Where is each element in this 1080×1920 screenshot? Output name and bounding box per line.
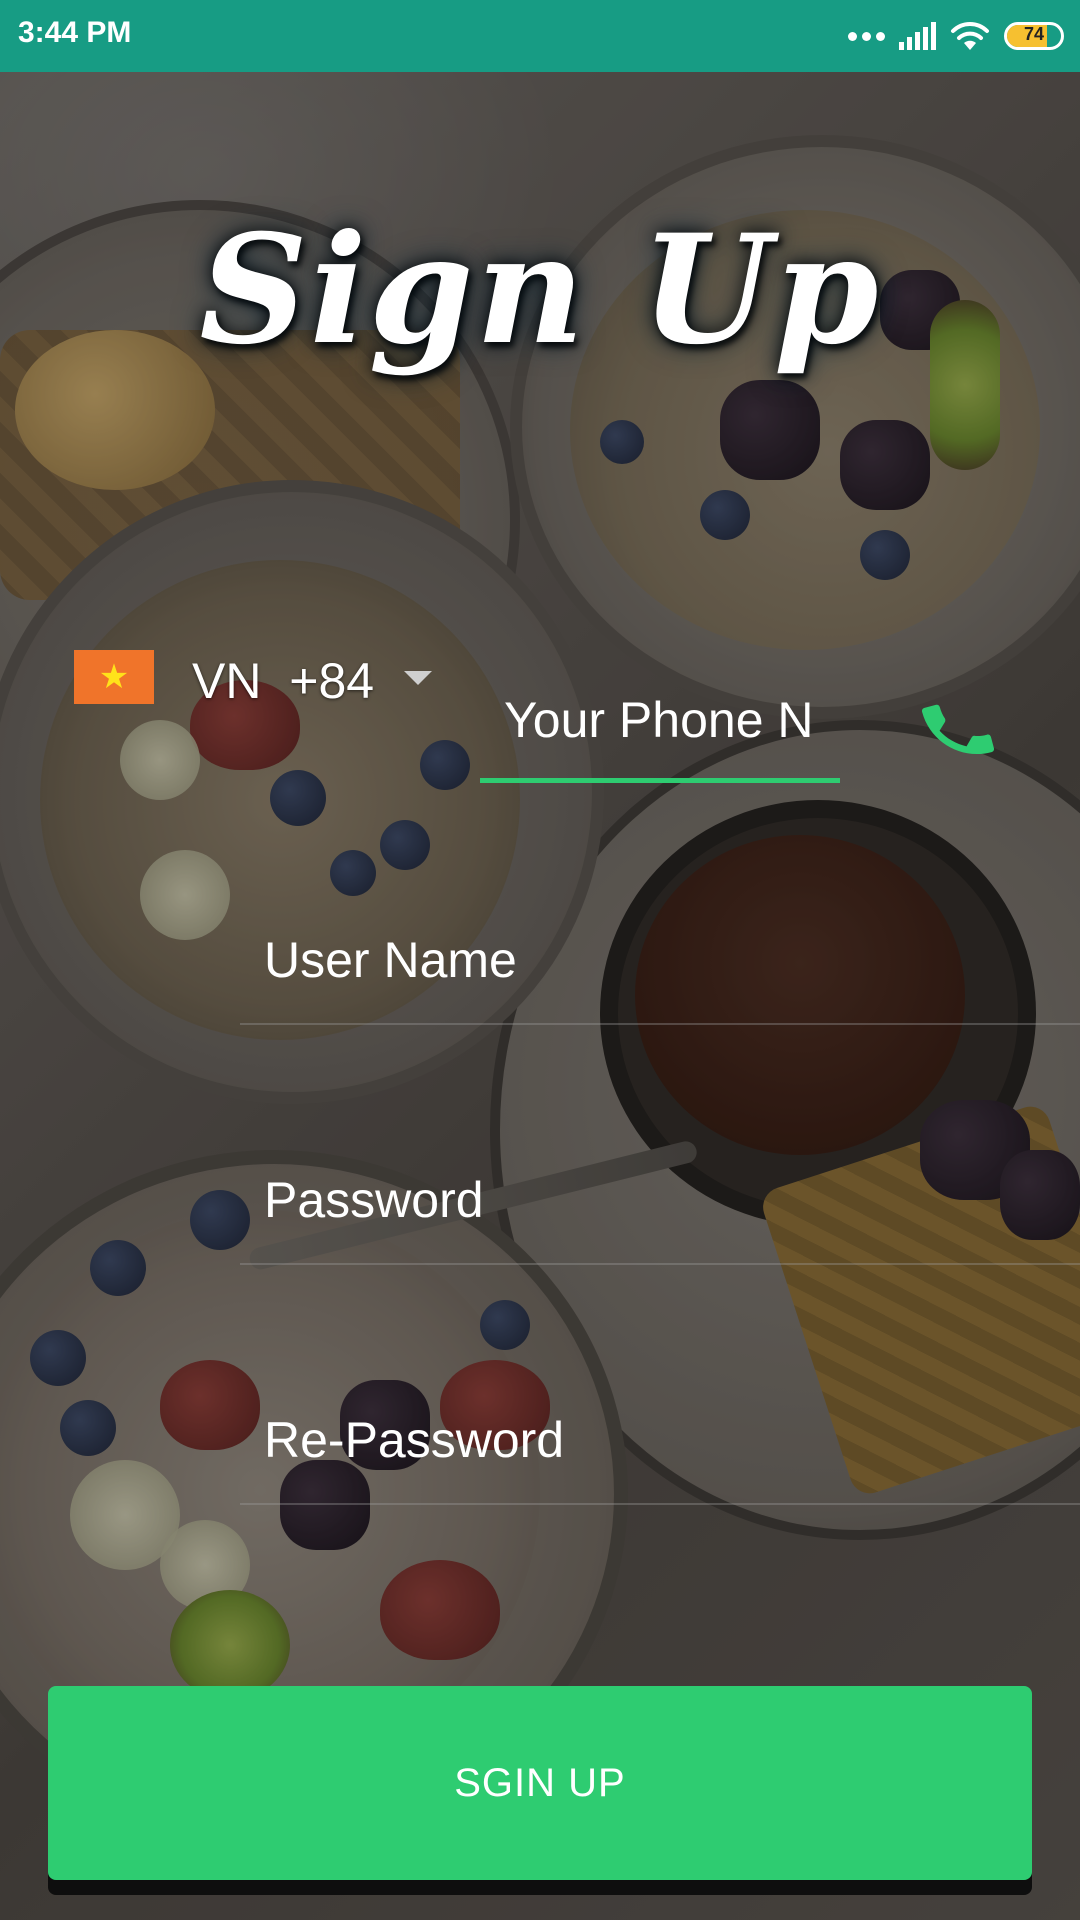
- country-code-selector[interactable]: VN +84: [192, 652, 374, 710]
- wifi-icon: [951, 21, 989, 50]
- signup-button[interactable]: SGIN UP: [48, 1686, 1032, 1880]
- chevron-down-icon[interactable]: [404, 671, 432, 685]
- more-dots-icon: [848, 31, 885, 41]
- battery-icon: 74: [1004, 22, 1064, 50]
- page-title: Sign Up: [199, 202, 881, 378]
- field-underline: [240, 1023, 1080, 1025]
- field-underline: [240, 1263, 1080, 1265]
- signup-screen: 3:44 PM 74 Sign Up ★ VN +84 Your Phone N…: [0, 0, 1080, 1920]
- field-underline: [240, 1503, 1080, 1505]
- status-bar: 3:44 PM 74: [0, 0, 1080, 72]
- status-time: 3:44 PM: [18, 16, 132, 49]
- username-input[interactable]: [264, 925, 1044, 995]
- signal-icon: [899, 22, 936, 50]
- password-field[interactable]: [240, 1165, 1080, 1275]
- repassword-input[interactable]: [264, 1405, 1044, 1475]
- phone-icon: [921, 704, 995, 754]
- vietnam-flag-icon[interactable]: ★: [74, 650, 154, 704]
- phone-field-underline: [480, 778, 840, 783]
- phone-number-field[interactable]: [480, 685, 840, 785]
- status-icons: 74: [848, 16, 1064, 56]
- repassword-field[interactable]: [240, 1405, 1080, 1515]
- phone-number-input[interactable]: [504, 685, 816, 755]
- battery-level: 74: [1023, 24, 1045, 44]
- username-field[interactable]: [240, 925, 1080, 1035]
- password-input[interactable]: [264, 1165, 1044, 1235]
